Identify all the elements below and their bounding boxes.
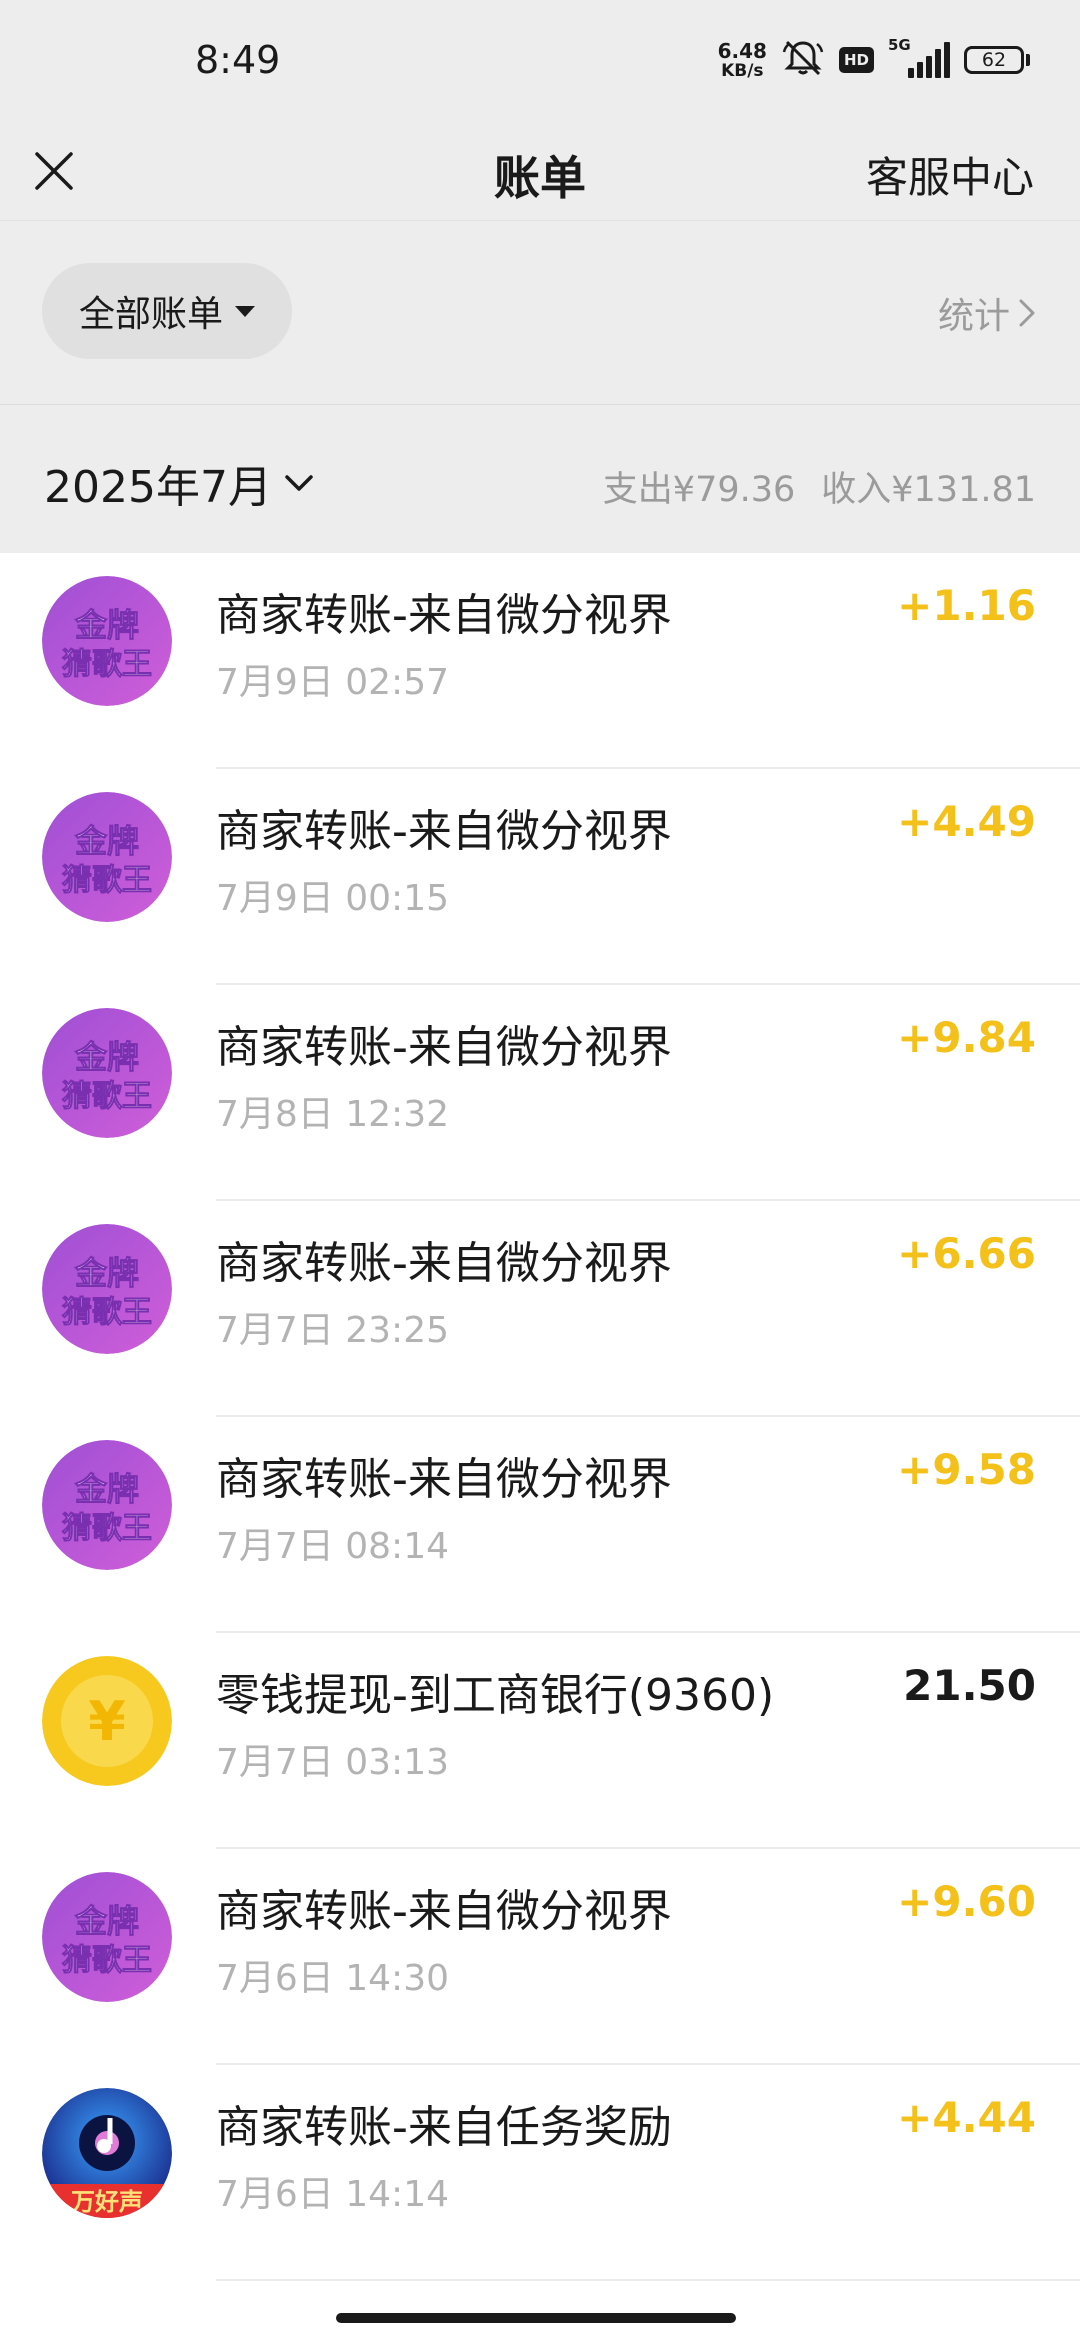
svg-text:猜歌王: 猜歌王 bbox=[62, 1511, 152, 1546]
nav-bar: 账单 客服中心 bbox=[0, 120, 1080, 220]
transaction-amount: +6.66 bbox=[897, 1229, 1036, 1278]
transaction-time: 7月6日 14:14 bbox=[216, 2174, 449, 2215]
transaction-title: 商家转账-来自任务奖励 bbox=[216, 2102, 672, 2153]
customer-service-link[interactable]: 客服中心 bbox=[866, 144, 1034, 205]
svg-text:金牌: 金牌 bbox=[74, 1902, 139, 1940]
battery-icon: 62 bbox=[964, 46, 1030, 74]
transaction-row[interactable]: ¥ 零钱提现-到工商银行(9360) 7月7日 03:13 21.50 bbox=[0, 1633, 1080, 1849]
merchant-game-avatar: 金牌 猜歌王 bbox=[42, 576, 172, 706]
transaction-row[interactable]: 金牌 猜歌王 商家转账-来自微分视界 7月7日 08:14 +9.58 bbox=[0, 1417, 1080, 1633]
transaction-amount: 21.50 bbox=[903, 1661, 1036, 1710]
month-label: 2025年7月 bbox=[44, 462, 272, 513]
transaction-time: 7月7日 08:14 bbox=[216, 1526, 449, 1567]
transaction-row[interactable]: 金牌 猜歌王 商家转账-来自微分视界 7月8日 12:32 +9.84 bbox=[0, 985, 1080, 1201]
bell-muted-icon bbox=[781, 38, 825, 82]
svg-text:金牌: 金牌 bbox=[74, 1470, 139, 1508]
transaction-row[interactable]: 金牌 猜歌王 商家转账-来自微分视界 7月9日 00:15 +4.49 bbox=[0, 769, 1080, 985]
bill-page: 8:49 6.48 KB/s HD 5G 62 账单 客服中心 全部账单 统计 … bbox=[0, 0, 1080, 2340]
svg-text:金牌: 金牌 bbox=[74, 606, 139, 644]
hd-badge: HD bbox=[838, 47, 874, 73]
transaction-amount: +9.58 bbox=[897, 1445, 1036, 1494]
transaction-row[interactable]: 金牌 猜歌王 商家转账-来自微分视界 7月6日 14:30 +9.60 bbox=[0, 1849, 1080, 2065]
transaction-amount: +9.84 bbox=[897, 1013, 1036, 1062]
network-type-label: 5G bbox=[888, 36, 911, 54]
svg-text:猜歌王: 猜歌王 bbox=[62, 1943, 152, 1978]
svg-text:猜歌王: 猜歌王 bbox=[62, 1295, 152, 1330]
month-picker[interactable]: 2025年7月 bbox=[44, 451, 314, 515]
svg-text:猜歌王: 猜歌王 bbox=[62, 863, 152, 898]
svg-text:¥: ¥ bbox=[88, 1690, 126, 1753]
network-speed-unit: KB/s bbox=[721, 60, 764, 81]
chevron-right-icon bbox=[1019, 299, 1035, 327]
svg-text:金牌: 金牌 bbox=[74, 822, 139, 860]
transaction-title: 商家转账-来自微分视界 bbox=[216, 1238, 672, 1289]
caret-down-icon bbox=[235, 305, 255, 317]
merchant-game-avatar: 金牌 猜歌王 bbox=[42, 1008, 172, 1138]
statistics-link[interactable]: 统计 bbox=[938, 287, 1036, 339]
transaction-time: 7月6日 14:30 bbox=[216, 1958, 449, 1999]
home-indicator[interactable] bbox=[336, 2313, 736, 2323]
transaction-title: 商家转账-来自微分视界 bbox=[216, 1886, 672, 1937]
month-summary: 支出¥79.36 收入¥131.81 bbox=[603, 461, 1036, 512]
transaction-amount: +4.44 bbox=[897, 2093, 1036, 2142]
battery-level: 62 bbox=[981, 49, 1007, 71]
transaction-title: 商家转账-来自微分视界 bbox=[216, 806, 672, 857]
transaction-title: 零钱提现-到工商银行(9360) bbox=[216, 1670, 775, 1721]
status-time: 8:49 bbox=[195, 38, 281, 82]
bill-type-filter-button[interactable]: 全部账单 bbox=[42, 263, 292, 359]
expense-summary: 支出¥79.36 bbox=[602, 470, 796, 510]
transaction-title: 商家转账-来自微分视界 bbox=[216, 1022, 672, 1073]
chevron-down-icon bbox=[285, 475, 313, 491]
filter-bar: 全部账单 统计 bbox=[0, 220, 1080, 405]
transaction-time: 7月8日 12:32 bbox=[216, 1094, 449, 1135]
transaction-title: 商家转账-来自微分视界 bbox=[216, 590, 672, 641]
status-bar: 8:49 6.48 KB/s HD 5G 62 bbox=[0, 0, 1080, 120]
transaction-row[interactable]: 金牌 猜歌王 商家转账-来自微分视界 7月9日 02:57 +1.16 bbox=[0, 553, 1080, 769]
month-header: 2025年7月 支出¥79.36 收入¥131.81 bbox=[0, 405, 1080, 553]
transaction-time: 7月7日 03:13 bbox=[216, 1742, 449, 1783]
signal-strength-icon: 5G bbox=[888, 36, 950, 78]
row-divider bbox=[216, 2279, 1080, 2281]
statistics-label: 统计 bbox=[937, 296, 1010, 337]
svg-text:万好声: 万好声 bbox=[71, 2188, 143, 2216]
network-speed-value: 6.48 bbox=[717, 38, 767, 63]
yen-coin-icon: ¥ bbox=[42, 1656, 172, 1786]
svg-text:金牌: 金牌 bbox=[74, 1254, 139, 1292]
income-summary: 收入¥131.81 bbox=[821, 470, 1036, 510]
merchant-game-avatar: 金牌 猜歌王 bbox=[42, 1440, 172, 1570]
transaction-row[interactable]: 金牌 猜歌王 商家转账-来自微分视界 7月7日 23:25 +6.66 bbox=[0, 1201, 1080, 1417]
status-icons: 6.48 KB/s HD 5G 62 bbox=[718, 32, 1030, 88]
transaction-time: 7月9日 00:15 bbox=[216, 878, 449, 919]
transaction-amount: +1.16 bbox=[897, 581, 1036, 630]
transaction-title: 商家转账-来自微分视界 bbox=[216, 1454, 672, 1505]
network-speed: 6.48 KB/s bbox=[718, 41, 767, 80]
merchant-game-avatar: 金牌 猜歌王 bbox=[42, 792, 172, 922]
svg-text:猜歌王: 猜歌王 bbox=[62, 1079, 152, 1114]
merchant-game-avatar: 金牌 猜歌王 bbox=[42, 1872, 172, 2002]
svg-text:金牌: 金牌 bbox=[74, 1038, 139, 1076]
svg-text:猜歌王: 猜歌王 bbox=[62, 647, 152, 682]
merchant-game-avatar: 金牌 猜歌王 bbox=[42, 1224, 172, 1354]
bill-type-filter-label: 全部账单 bbox=[78, 294, 223, 335]
transaction-time: 7月9日 02:57 bbox=[216, 662, 449, 703]
transaction-time: 7月7日 23:25 bbox=[216, 1310, 449, 1351]
transaction-row[interactable]: 万好声 商家转账-来自任务奖励 7月6日 14:14 +4.44 bbox=[0, 2065, 1080, 2281]
transaction-amount: +4.49 bbox=[897, 797, 1036, 846]
music-app-avatar: 万好声 bbox=[42, 2088, 172, 2218]
transaction-amount: +9.60 bbox=[897, 1877, 1036, 1926]
transaction-list: 金牌 猜歌王 商家转账-来自微分视界 7月9日 02:57 +1.16 金牌 猜歌王 商家转账… bbox=[0, 553, 1080, 2281]
